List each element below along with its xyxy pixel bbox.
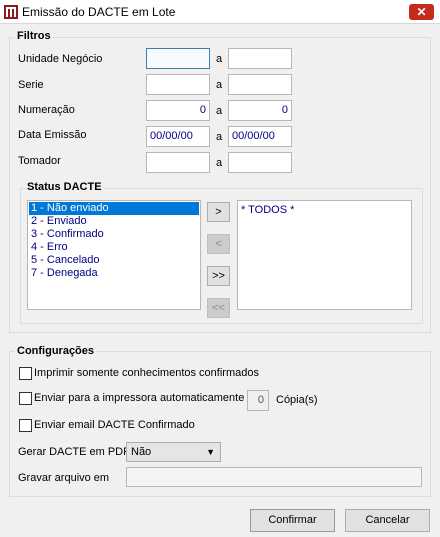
- numeracao-to-input[interactable]: 0: [228, 100, 292, 121]
- cancel-button[interactable]: Cancelar: [345, 509, 430, 532]
- available-status-list[interactable]: 1 - Não enviado 2 - Enviado 3 - Confirma…: [27, 200, 201, 310]
- unidade-negocio-to-input[interactable]: [228, 48, 292, 69]
- list-item[interactable]: 3 - Confirmado: [29, 228, 199, 241]
- confirm-button[interactable]: Confirmar: [250, 509, 335, 532]
- unidade-negocio-label: Unidade Negócio: [18, 53, 103, 65]
- add-status-button[interactable]: >: [207, 202, 230, 222]
- config-group-title: Configurações: [15, 345, 97, 357]
- add-all-status-button[interactable]: >>: [207, 266, 230, 286]
- only-confirmed-checkbox[interactable]: [19, 367, 32, 380]
- range-separator: a: [216, 131, 223, 143]
- remove-status-button[interactable]: <: [207, 234, 230, 254]
- only-confirmed-label[interactable]: Imprimir somente conhecimentos confirmad…: [34, 367, 259, 379]
- unidade-negocio-from-input[interactable]: [146, 48, 210, 69]
- pdf-label: Gerar DACTE em PDF: [18, 446, 130, 458]
- app-logo-icon: [4, 5, 18, 19]
- tomador-to-input[interactable]: [228, 152, 292, 173]
- serie-from-input[interactable]: [146, 74, 210, 95]
- pdf-select[interactable]: Não ▼: [126, 442, 221, 462]
- data-emissao-label: Data Emissão: [18, 129, 87, 141]
- send-email-label[interactable]: Enviar email DACTE Confirmado: [34, 419, 195, 431]
- chosen-status-list[interactable]: * TODOS *: [237, 200, 412, 310]
- serie-label: Serie: [18, 79, 44, 91]
- tomador-from-input[interactable]: [146, 152, 210, 173]
- range-separator: a: [216, 53, 223, 65]
- numeracao-label: Numeração: [18, 104, 75, 116]
- save-file-input[interactable]: [126, 467, 422, 487]
- list-item[interactable]: * TODOS *: [239, 204, 410, 217]
- list-item[interactable]: 1 - Não enviado: [29, 202, 199, 215]
- list-item[interactable]: 7 - Denegada: [29, 267, 199, 280]
- range-separator: a: [216, 157, 223, 169]
- save-file-label: Gravar arquivo em: [18, 472, 110, 484]
- list-item[interactable]: 4 - Erro: [29, 241, 199, 254]
- list-item[interactable]: 2 - Enviado: [29, 215, 199, 228]
- copies-spinner[interactable]: 0: [247, 390, 269, 411]
- range-separator: a: [216, 79, 223, 91]
- data-emissao-to-input[interactable]: 00/00/00: [228, 126, 292, 147]
- send-email-checkbox[interactable]: [19, 419, 32, 432]
- serie-to-input[interactable]: [228, 74, 292, 95]
- tomador-label: Tomador: [18, 155, 61, 167]
- list-item[interactable]: 5 - Cancelado: [29, 254, 199, 267]
- filtros-group-title: Filtros: [15, 30, 53, 42]
- copies-label: Cópia(s): [276, 394, 318, 406]
- send-printer-label[interactable]: Enviar para a impressora automaticamente: [34, 392, 244, 404]
- chevron-down-icon: ▼: [206, 447, 215, 457]
- numeracao-from-input[interactable]: 0: [146, 100, 210, 121]
- remove-all-status-button[interactable]: <<: [207, 298, 230, 318]
- window-title: Emissão do DACTE em Lote: [22, 5, 176, 19]
- data-emissao-from-input[interactable]: 00/00/00: [146, 126, 210, 147]
- status-group-title: Status DACTE: [25, 181, 104, 193]
- range-separator: a: [216, 105, 223, 117]
- send-printer-checkbox[interactable]: [19, 392, 32, 405]
- pdf-select-value: Não: [131, 446, 152, 458]
- close-button[interactable]: ✕: [409, 4, 434, 20]
